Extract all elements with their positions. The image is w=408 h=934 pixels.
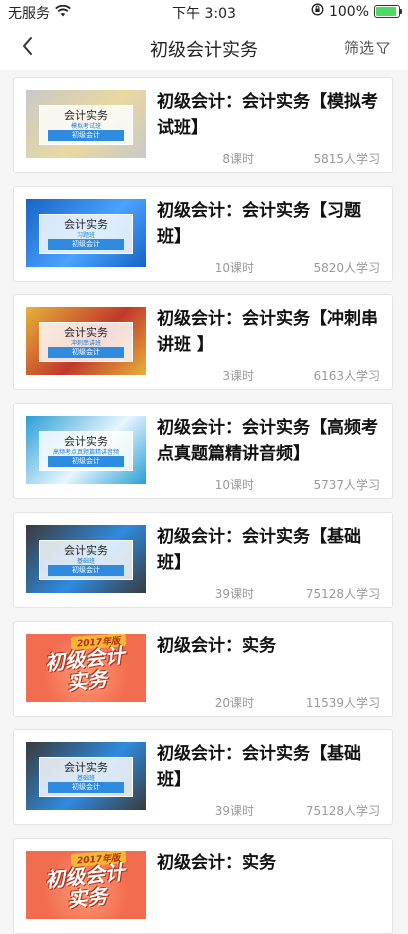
course-title: 初级会计：会计实务【模拟考试班】 bbox=[157, 92, 378, 138]
thumbnail-panel: 会计实务 高频考点真题篇精讲音频 初级会计 bbox=[39, 431, 133, 472]
lesson-count: 3课时 bbox=[222, 369, 254, 384]
course-card[interactable]: 会计实务 模拟考试班 初级会计 初级会计：会计实务【模拟考试班】 8课时 5815人学习 bbox=[13, 77, 393, 173]
thumbnail-panel: 会计实务 基础班 初级会计 bbox=[39, 757, 133, 798]
course-thumbnail: 会计实务 基础班 初级会计 bbox=[26, 742, 146, 811]
lesson-count: 10课时 bbox=[214, 478, 254, 493]
promo-title: 初级会计 实务 bbox=[26, 641, 146, 697]
battery-icon bbox=[374, 5, 402, 18]
course-thumbnail: 会计实务 基础班 初级会计 bbox=[26, 524, 146, 593]
filter-label: 筛选 bbox=[343, 39, 374, 57]
course-card[interactable]: 会计实务 基础班 初级会计 初级会计：会计实务【基础班】 39课时 75128人学习 bbox=[13, 729, 393, 826]
nav-bar: 初级会计实务 筛选 bbox=[0, 24, 408, 70]
thumbnail-panel: 会计实务 冲刺串讲班 初级会计 bbox=[39, 322, 133, 363]
student-count: 5815人学习 bbox=[313, 152, 380, 166]
course-thumbnail: 会计实务 习题班 初级会计 bbox=[26, 198, 146, 267]
course-thumbnail: 会计实务 高频考点真题篇精讲音频 初级会计 bbox=[26, 416, 146, 485]
course-card[interactable]: 会计实务 习题班 初级会计 初级会计：会计实务【习题班】 10课时 5820人学习 bbox=[13, 185, 393, 282]
course-title: 初级会计：会计实务【高频考点真题篇精讲音频】 bbox=[157, 418, 378, 465]
thumbnail-bar: 初级会计 bbox=[48, 130, 124, 141]
thumbnail-bar: 初级会计 bbox=[48, 456, 124, 468]
course-card[interactable]: 会计实务 冲刺串讲班 初级会计 初级会计：会计实务【冲刺串讲班 】 3课时 6163人学习 bbox=[13, 294, 393, 391]
thumbnail-bar: 初级会计 bbox=[48, 782, 124, 794]
thumbnail-panel: 会计实务 基础班 初级会计 bbox=[39, 539, 133, 580]
thumbnail-subtitle: 冲刺串讲班 bbox=[70, 340, 101, 348]
course-title: 初级会计：会计实务【冲刺串讲班 】 bbox=[157, 309, 378, 356]
course-thumbnail: 2017年版 初级会计 实务 bbox=[26, 850, 146, 919]
student-count: 5820人学习 bbox=[313, 260, 380, 275]
course-card[interactable]: 2017年版 初级会计 实务 初级会计：实务 20课时 11539人学习 bbox=[13, 620, 393, 717]
course-title: 初级会计：实务 bbox=[157, 852, 276, 873]
course-title: 初级会计：会计实务【基础班】 bbox=[157, 526, 361, 573]
thumbnail-subtitle: 习题班 bbox=[76, 231, 95, 239]
thumbnail-subtitle: 模拟考试班 bbox=[70, 123, 101, 130]
battery-percent: 100% bbox=[328, 3, 369, 20]
course-card[interactable]: 会计实务 基础班 初级会计 初级会计：会计实务【基础班】 39课时 75128人学习 bbox=[13, 511, 393, 608]
thumbnail-panel: 会计实务 模拟考试班 初级会计 bbox=[39, 105, 133, 145]
course-thumbnail: 会计实务 冲刺串讲班 初级会计 bbox=[26, 307, 146, 376]
student-count: 11539人学习 bbox=[305, 695, 380, 710]
lesson-count: 39课时 bbox=[214, 804, 254, 819]
course-card[interactable]: 2017年版 初级会计 实务 初级会计：实务 bbox=[13, 837, 393, 934]
status-right: 100% bbox=[311, 3, 402, 20]
thumbnail-subtitle: 高频考点真题篇精讲音频 bbox=[52, 449, 119, 457]
lesson-count: 20课时 bbox=[214, 695, 254, 710]
thumbnail-subtitle: 基础班 bbox=[76, 775, 95, 783]
student-count: 75128人学习 bbox=[305, 804, 380, 819]
lesson-count: 8课时 bbox=[222, 152, 254, 166]
course-card[interactable]: 会计实务 高频考点真题篇精讲音频 初级会计 初级会计：会计实务【高频考点真题篇精讲音频… bbox=[13, 403, 393, 500]
student-count: 6163人学习 bbox=[313, 369, 380, 384]
lesson-count: 39课时 bbox=[214, 586, 254, 601]
status-bar: 无服务 下午 3:03 100% bbox=[0, 0, 408, 24]
filter-button[interactable]: 筛选 bbox=[344, 37, 390, 58]
thumbnail-bar: 初级会计 bbox=[48, 564, 124, 576]
promo-title: 初级会计 实务 bbox=[26, 859, 146, 915]
thumbnail-bar: 初级会计 bbox=[48, 238, 124, 250]
student-count: 75128人学习 bbox=[305, 586, 380, 601]
thumbnail-bar: 初级会计 bbox=[48, 347, 124, 359]
lesson-count: 10课时 bbox=[214, 260, 254, 275]
filter-icon bbox=[376, 41, 390, 54]
thumbnail-subtitle: 基础班 bbox=[76, 557, 95, 565]
course-title: 初级会计：会计实务【习题班】 bbox=[157, 200, 361, 247]
orientation-lock-icon bbox=[311, 3, 324, 20]
student-count: 5737人学习 bbox=[313, 478, 380, 493]
course-title: 初级会计：实务 bbox=[157, 635, 276, 656]
thumbnail-panel: 会计实务 习题班 初级会计 bbox=[39, 213, 133, 254]
course-title: 初级会计：会计实务【基础班】 bbox=[157, 744, 361, 791]
course-thumbnail: 2017年版 初级会计 实务 bbox=[26, 633, 146, 702]
course-thumbnail: 会计实务 模拟考试班 初级会计 bbox=[26, 90, 146, 158]
